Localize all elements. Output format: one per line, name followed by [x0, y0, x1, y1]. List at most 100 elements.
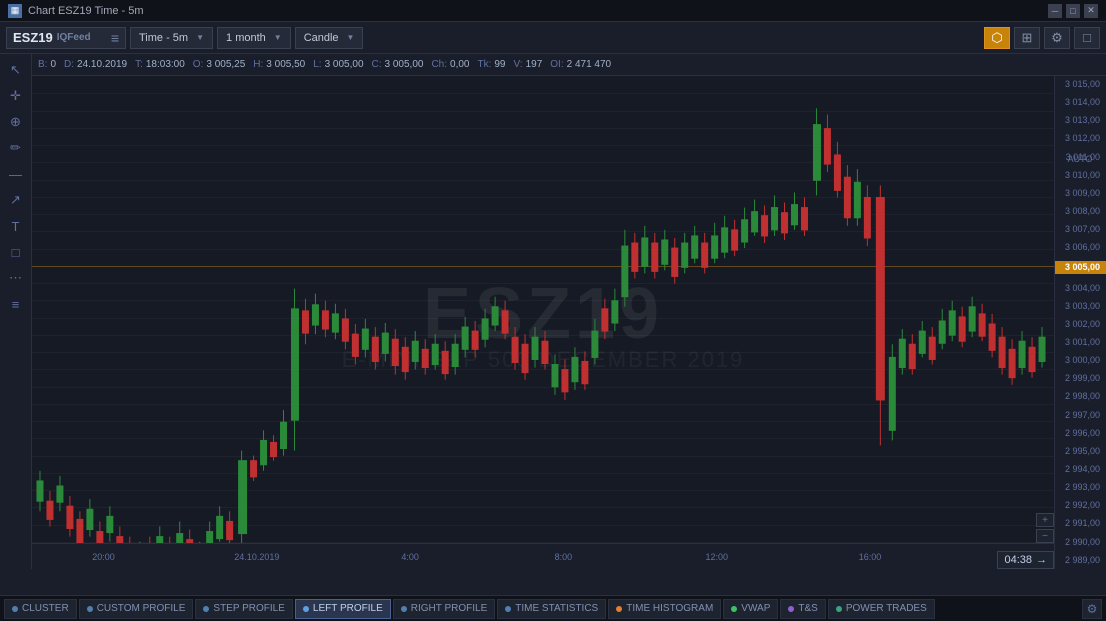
feed-name: IQFeed: [57, 32, 91, 43]
draw-tool-icon[interactable]: ✏: [4, 136, 28, 160]
charttype-dropdown[interactable]: Candle ▼: [295, 27, 364, 49]
app-icon: ▦: [8, 4, 22, 18]
period-dropdown[interactable]: 1 month ▼: [217, 27, 291, 49]
period-label: 1 month: [226, 32, 266, 44]
chart-area[interactable]: ESZ19 E-MINI S&P 500 DECEMBER 2019 .cand…: [32, 76, 1054, 569]
price-label: 3 003,00: [1055, 302, 1106, 311]
price-label: 3 012,00: [1055, 134, 1106, 143]
zoom-tool-icon[interactable]: ⊕: [4, 110, 28, 134]
trend-tool-icon[interactable]: ↗: [4, 188, 28, 212]
price-label: 2 996,00: [1055, 429, 1106, 438]
zoom-controls: + −: [1036, 513, 1054, 543]
more-tools-icon[interactable]: ⋯: [4, 266, 28, 290]
stats-bar: B: 0 D: 24.10.2019 T: 18:03:00 O: 3 005,…: [32, 54, 1106, 76]
close-button[interactable]: ✕: [1084, 4, 1098, 18]
stat-ch: Ch: 0,00: [431, 59, 469, 70]
step-profile-label: STEP PROFILE: [213, 603, 285, 614]
time-statistics-dot: [505, 606, 511, 612]
price-label: 2 998,00: [1055, 392, 1106, 401]
stat-l: L: 3 005,00: [313, 59, 363, 70]
power-trades-label: POWER TRADES: [846, 603, 927, 614]
time-arrow-icon: →: [1036, 554, 1047, 566]
time-label-6: 16:00: [859, 552, 882, 562]
period-arrow-icon: ▼: [274, 33, 282, 42]
price-label: 2 997,00: [1055, 411, 1106, 420]
time-statistics-button[interactable]: TIME STATISTICS: [497, 599, 606, 619]
charttype-label: Candle: [304, 32, 339, 44]
layout-button[interactable]: □: [1074, 27, 1100, 49]
price-label: 3 008,00: [1055, 207, 1106, 216]
time-label-4: 8:00: [555, 552, 573, 562]
text-tool-icon[interactable]: T: [4, 214, 28, 238]
left-profile-label: LEFT PROFILE: [313, 603, 383, 614]
rect-tool-icon[interactable]: □: [4, 240, 28, 264]
time-display: 04:38 →: [997, 551, 1054, 569]
cluster-dot: [12, 606, 18, 612]
custom-profile-label: CUSTOM PROFILE: [97, 603, 186, 614]
ts-label: T&S: [798, 603, 817, 614]
settings-tool-icon[interactable]: ≡: [4, 292, 28, 316]
ts-dot: [788, 606, 794, 612]
trading-button[interactable]: ⊞: [1014, 27, 1040, 49]
price-label: 3 006,00: [1055, 243, 1106, 252]
zoom-in-button[interactable]: +: [1036, 513, 1054, 527]
line-tool-icon[interactable]: —: [4, 162, 28, 186]
left-sidebar: ↖ ✛ ⊕ ✏ — ↗ T □ ⋯ ≡: [0, 54, 32, 569]
symbol-menu-icon[interactable]: ≡: [111, 30, 119, 46]
price-label: 3 009,00: [1055, 189, 1106, 198]
price-label: 2 999,00: [1055, 374, 1106, 383]
custom-profile-dot: [87, 606, 93, 612]
stat-d: D: 24.10.2019: [64, 59, 127, 70]
right-profile-label: RIGHT PROFILE: [411, 603, 488, 614]
time-axis: 20:00 24.10.2019 4:00 8:00 12:00 16:00 2…: [32, 543, 1054, 569]
stat-b: B: 0: [38, 59, 56, 70]
power-trades-button[interactable]: POWER TRADES: [828, 599, 935, 619]
left-profile-dot: [303, 606, 309, 612]
price-label: 2 991,00: [1055, 519, 1106, 528]
market-depth-button[interactable]: ⬡: [984, 27, 1010, 49]
cursor-tool-icon[interactable]: ↖: [4, 58, 28, 82]
stat-o: O: 3 005,25: [193, 59, 246, 70]
maximize-button[interactable]: □: [1066, 4, 1080, 18]
vwap-dot: [731, 606, 737, 612]
time-histogram-dot: [616, 606, 622, 612]
time-histogram-button[interactable]: TIME HISTOGRAM: [608, 599, 721, 619]
vwap-button[interactable]: VWAP: [723, 599, 778, 619]
minimize-button[interactable]: ─: [1048, 4, 1062, 18]
right-profile-button[interactable]: RIGHT PROFILE: [393, 599, 496, 619]
current-price-label: 3 005,00: [1055, 261, 1106, 274]
main-toolbar: ESZ19 IQFeed ≡ Time - 5m ▼ 1 month ▼ Can…: [0, 22, 1106, 54]
price-label: 3 004,00: [1055, 284, 1106, 293]
timeframe-dropdown[interactable]: Time - 5m ▼: [130, 27, 213, 49]
zoom-out-button[interactable]: −: [1036, 529, 1054, 543]
price-label: 3 013,00: [1055, 116, 1106, 125]
price-label: 3 007,00: [1055, 225, 1106, 234]
bottom-settings-button[interactable]: ⚙: [1082, 599, 1102, 619]
left-profile-button[interactable]: LEFT PROFILE: [295, 599, 391, 619]
timeframe-arrow-icon: ▼: [196, 33, 204, 42]
symbol-selector[interactable]: ESZ19 IQFeed ≡: [6, 27, 126, 49]
timeframe-label: Time - 5m: [139, 32, 188, 44]
vwap-label: VWAP: [741, 603, 770, 614]
current-time: 04:38: [1004, 554, 1032, 566]
title-bar: ▦ Chart ESZ19 Time - 5m ─ □ ✕: [0, 0, 1106, 22]
ts-button[interactable]: T&S: [780, 599, 825, 619]
price-label: 3 010,00: [1055, 171, 1106, 180]
price-label: 3 014,00: [1055, 98, 1106, 107]
time-label-3: 4:00: [401, 552, 419, 562]
step-profile-button[interactable]: STEP PROFILE: [195, 599, 293, 619]
cluster-button[interactable]: CLUSTER: [4, 599, 77, 619]
price-label: 2 994,00: [1055, 465, 1106, 474]
price-label: 2 990,00: [1055, 538, 1106, 547]
crosshair-tool-icon[interactable]: ✛: [4, 84, 28, 108]
price-label: 2 989,00: [1055, 556, 1106, 565]
right-profile-dot: [401, 606, 407, 612]
settings-button[interactable]: ⚙: [1044, 27, 1070, 49]
stat-h: H: 3 005,50: [253, 59, 305, 70]
price-label: 3 000,00: [1055, 356, 1106, 365]
stat-oi: OI: 2 471 470: [550, 59, 611, 70]
price-label: 3 002,00: [1055, 320, 1106, 329]
step-profile-dot: [203, 606, 209, 612]
candlestick-chart: .candle-up { fill: #2a8a3a; stroke: #2a8…: [32, 76, 1054, 569]
custom-profile-button[interactable]: CUSTOM PROFILE: [79, 599, 194, 619]
